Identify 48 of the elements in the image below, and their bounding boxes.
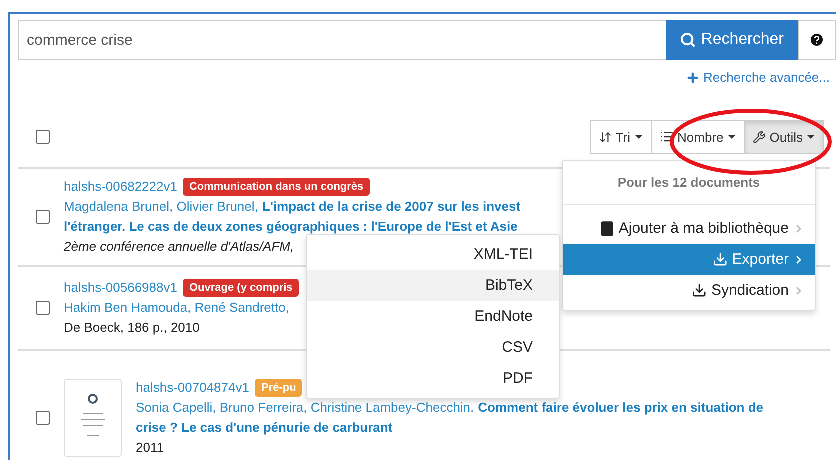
author-links[interactable]: Sonia Capelli, Bruno Ferreira, Christine Lambey-Checchin. — [136, 399, 474, 417]
toolbar-dropdown-button[interactable]: Nombre — [650, 120, 745, 154]
select-all-checkbox[interactable] — [36, 130, 50, 144]
document-title-link[interactable]: l'étranger. Le cas de deux zones géographiques : l'Europe de l'Est et Asie — [64, 218, 518, 236]
document-id-link[interactable]: halshs-00682222v1 — [64, 178, 178, 196]
publication-info: De Boeck, 186 p., 2010 — [64, 319, 200, 337]
search-icon — [680, 32, 696, 48]
document-type-badge: Communication dans un congrès — [183, 178, 370, 196]
menu-item[interactable]: Ajouter à ma bibliothèque — [563, 213, 815, 244]
menu-item[interactable]: PDF — [307, 363, 559, 394]
help-icon — [809, 32, 825, 48]
result-checkbox[interactable] — [36, 411, 50, 425]
wrench-icon — [752, 130, 766, 144]
menu-item[interactable]: Syndication — [563, 275, 815, 306]
search-button[interactable]: Rechercher — [666, 20, 798, 60]
menu-item[interactable]: CSV — [307, 332, 559, 363]
book-icon — [598, 220, 615, 236]
plus-icon — [686, 70, 700, 84]
advanced-search-link[interactable]: Recherche avancée... — [686, 70, 830, 85]
list-icon — [660, 130, 674, 144]
caret-icon — [728, 135, 736, 139]
menu-item[interactable]: XML-TEI — [307, 239, 559, 270]
document-title-link[interactable]: Comment faire évoluer les prix en situation de — [478, 399, 764, 417]
caret-icon — [634, 135, 643, 139]
sort-icon — [598, 130, 612, 144]
menu-item[interactable]: Exporter — [563, 244, 815, 275]
result-checkbox[interactable] — [36, 210, 50, 224]
menu-item[interactable]: EndNote — [307, 301, 559, 332]
author-links[interactable]: Magdalena Brunel, Olivier Brunel, — [64, 198, 258, 216]
document-id-link[interactable]: halshs-00566988v1 — [64, 279, 178, 297]
help-button[interactable] — [798, 20, 836, 60]
document-type-badge: Pré-pu — [255, 379, 302, 397]
menu-item[interactable]: BibTeX — [307, 270, 559, 301]
document-id-link[interactable]: halshs-00704874v1 — [136, 379, 250, 397]
publication-info: 2ème conférence annuelle d'Atlas/AFM, — [64, 238, 294, 256]
caret-icon — [807, 135, 815, 139]
search-field[interactable]: commerce crise — [18, 20, 666, 60]
document-type-badge: Ouvrage (y compris — [183, 279, 299, 297]
export-icon — [692, 283, 708, 298]
document-title-link[interactable]: L'impact de la crise de 2007 sur les invest — [262, 198, 521, 216]
document-title-link[interactable]: crise ? Le cas d'une pénurie de carburant — [136, 419, 393, 437]
author-links[interactable]: Hakim Ben Hamouda, René Sandretto, — [64, 299, 290, 317]
toolbar-dropdown-button[interactable]: Tri — [590, 120, 652, 154]
export-icon — [713, 252, 728, 267]
result-checkbox[interactable] — [36, 301, 50, 315]
menu-header: Pour les 12 documents — [563, 165, 815, 205]
toolbar-dropdown-button[interactable]: Outils — [744, 120, 824, 154]
publication-info: 2011 — [136, 439, 164, 457]
